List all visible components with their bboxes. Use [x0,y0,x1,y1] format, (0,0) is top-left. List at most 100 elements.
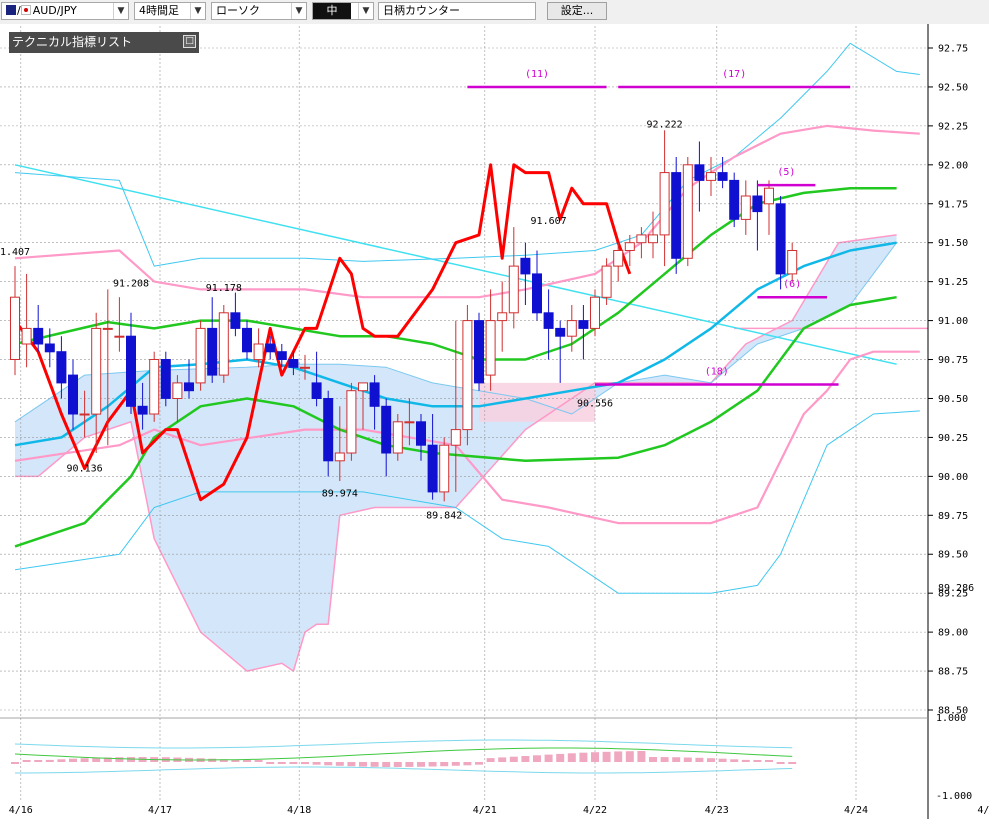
price-label: 91.178 [206,283,242,294]
candle-body [126,335,136,407]
date-tick-label: 4/25 [977,805,989,816]
oscillator-bar [707,758,715,762]
oscillator-bar [486,758,495,762]
candle-body [102,327,113,330]
date-tick-label: 4/22 [583,805,607,816]
candle-body [717,172,728,181]
price-tick-label: 89.75 [938,511,968,522]
oscillator-bar [34,760,43,762]
candle-body [427,444,438,493]
candle-body [775,203,786,275]
oscillator-bar [579,752,588,762]
candle-body [416,421,426,446]
candle-body [404,421,415,424]
candle-body [230,312,241,329]
candle-body [369,382,380,407]
candle-body [624,242,635,251]
oscillator-bar [57,759,66,762]
oscillator-bar [637,751,646,762]
price-tick-label: 92.75 [938,44,968,55]
restore-icon[interactable]: □ [183,35,196,48]
candle-body [207,327,218,376]
candle-body [21,327,32,345]
candle-body [242,327,252,353]
candle-body [253,343,264,361]
oscillator-bar [289,762,298,764]
candle-body [392,421,403,454]
counter-label: (5) [777,167,795,178]
candle-body [485,320,496,376]
candle-body [462,320,473,431]
candle-body [682,164,693,259]
oscillator-bar [45,759,54,762]
indicator-list-panel[interactable]: テクニカル指標リスト □ [9,32,199,53]
oscillator-bar [649,757,657,762]
oscillator-bar [509,756,518,762]
oscillator-bar [69,758,77,762]
oscillator-bar [254,760,263,762]
price-tick-label: 90.75 [938,355,968,366]
oscillator-bar [533,755,541,762]
oscillator-bar [567,753,576,762]
oscillator-bar [741,759,750,762]
candle-body [79,413,90,416]
candle-body [694,164,705,181]
candle-body [10,296,20,361]
price-tick-label: 91.50 [938,238,968,249]
price-label: 91.208 [113,278,149,289]
oscillator-bar [266,762,275,764]
oscillator-bar [718,758,727,762]
price-tick-label: 89.50 [938,550,968,561]
oscillator-bar [672,757,681,762]
oscillator-tick-label: -1.000 [936,791,972,802]
oscillator-bar [614,751,623,762]
candle-body [160,359,171,399]
oscillator-bar [347,762,356,767]
date-tick-label: 4/17 [148,805,172,816]
oscillator-bar [498,757,507,762]
oscillator-bar [544,754,553,762]
price-label: 89.842 [426,510,462,521]
oscillator-bar [405,762,414,767]
oscillator-bar [359,762,367,767]
oscillator-bar [417,762,425,767]
candle-body [659,172,670,236]
candle-body [578,320,589,329]
candle-body [474,320,484,384]
candle-body [195,327,206,384]
price-tick-label: 92.00 [938,160,968,171]
oscillator-bar [521,756,530,762]
candle-body [68,374,78,415]
price-label: 1.407 [0,247,30,258]
candle-body [787,250,798,275]
price-tick-label: 90.00 [938,472,968,483]
price-tick-label: 91.00 [938,316,968,327]
oscillator-bar [730,759,739,762]
candle-body [532,273,542,314]
candle-body [450,429,461,446]
oscillator-bar [243,760,251,762]
oscillator-bar [683,757,692,762]
oscillator-bar [463,762,472,766]
candle-body [44,343,55,353]
candle-body [729,179,740,220]
price-tick-label: 88.75 [938,667,968,678]
date-tick-label: 4/21 [473,805,497,816]
candle-body [613,250,624,267]
candle-body [764,187,774,205]
candle-body [137,405,148,415]
candle-body [706,172,716,181]
counter-label: (11) [525,69,549,80]
current-price-label: 89.286 [938,583,974,594]
candle-body [520,257,531,275]
price-tick-label: 92.50 [938,82,968,93]
candle-body [601,265,612,298]
price-chart[interactable]: 1.407 91.208 91.178 90.136 89.974 91.607 89.84… [0,0,989,819]
oscillator-bar [277,762,286,764]
oscillator-bar [591,752,599,762]
date-tick-label: 4/23 [705,805,729,816]
oscillator-bar [22,760,31,762]
price-tick-label: 90.25 [938,433,968,444]
oscillator-bar [475,762,483,765]
price-label: 90.136 [67,464,103,475]
